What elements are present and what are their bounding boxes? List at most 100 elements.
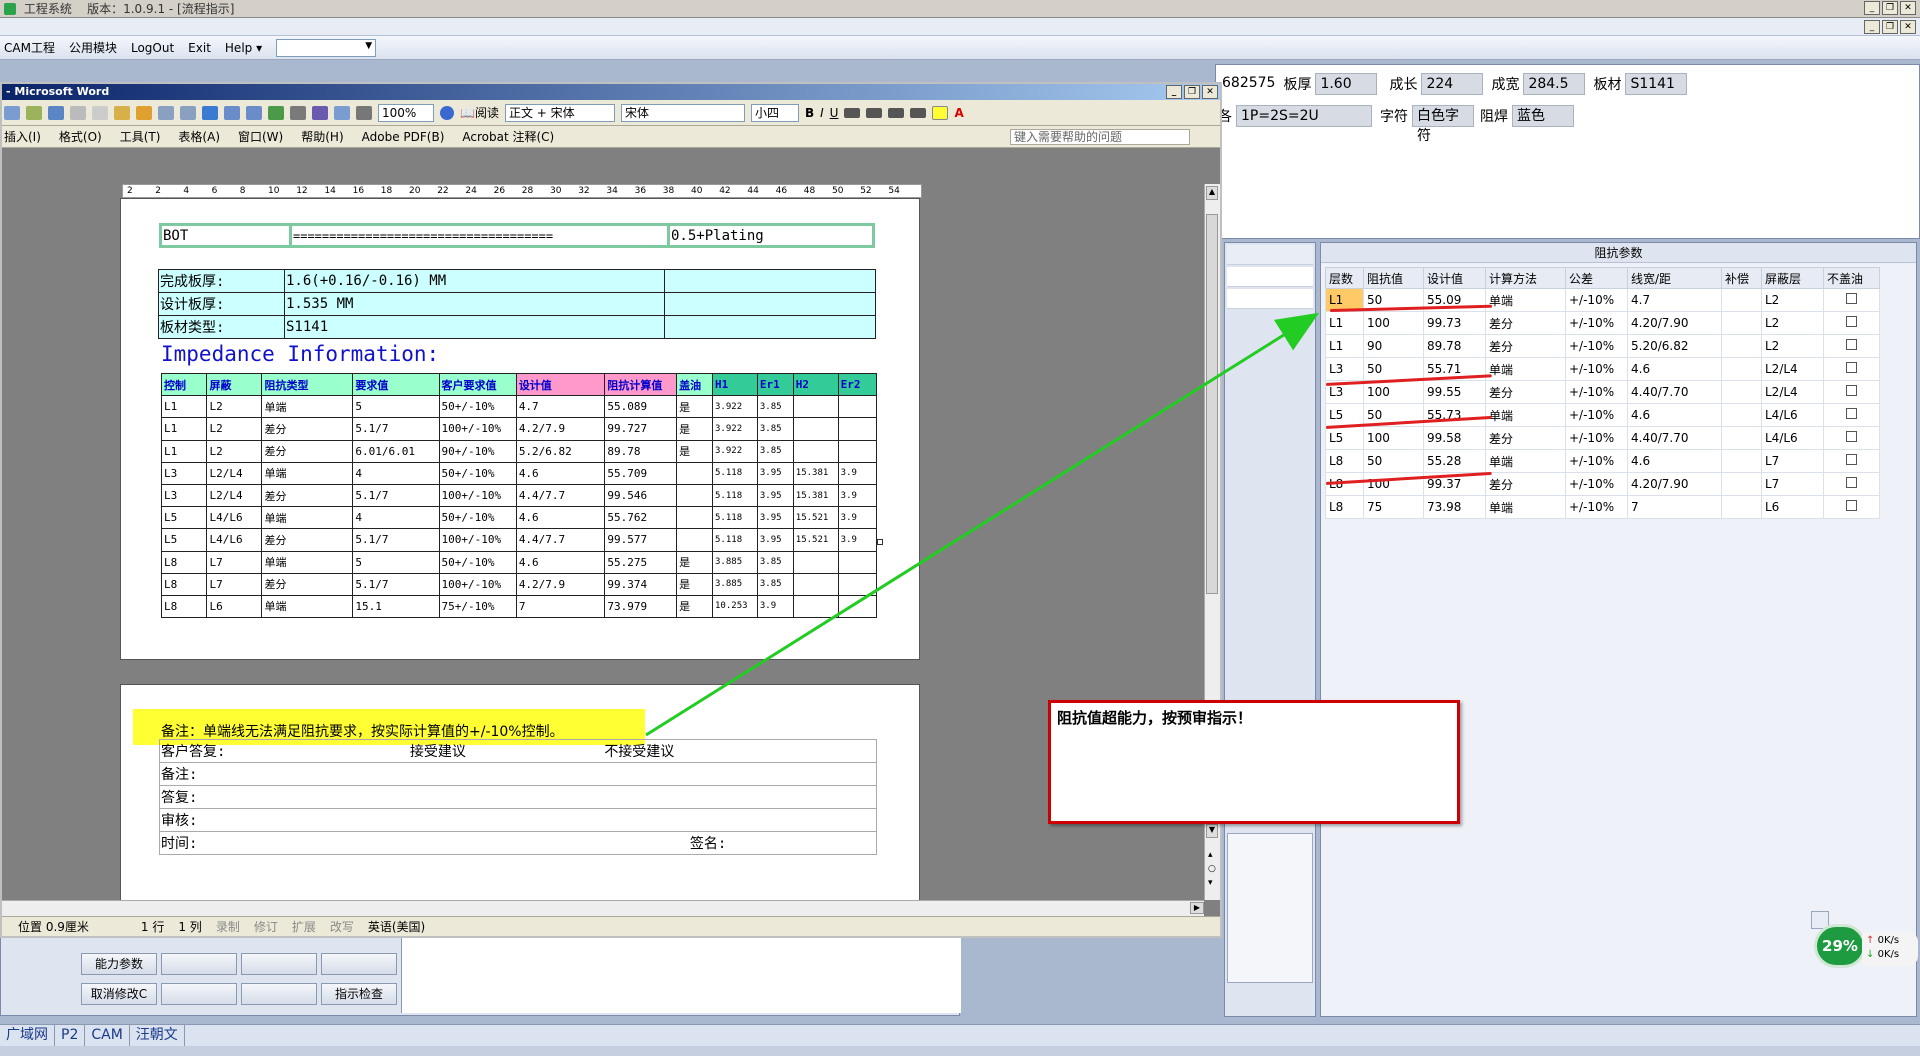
material-value[interactable]: S1141: [1625, 73, 1688, 95]
impedance-col-header[interactable]: 计算方法: [1485, 267, 1566, 289]
finish-value[interactable]: 284.5: [1523, 73, 1586, 95]
scroll-thumb[interactable]: [1206, 214, 1218, 594]
accept-option[interactable]: 接受建议: [410, 744, 466, 760]
child-minimize-icon[interactable]: _: [1864, 20, 1880, 34]
impedance-row[interactable]: L1 90 89.78 差分 +/-10% 5.20/6.82 L2: [1325, 334, 1880, 358]
impedance-col-header[interactable]: 补偿: [1721, 267, 1762, 289]
horizontal-scrollbar[interactable]: ▶: [2, 900, 1204, 916]
read-button[interactable]: 📖阅读: [460, 104, 499, 121]
restore-icon[interactable]: ❐: [1882, 1, 1898, 15]
impedance-col-header[interactable]: 设计值: [1423, 267, 1486, 289]
no-cover-checkbox[interactable]: [1846, 339, 1857, 350]
impedance-row[interactable]: L8 75 73.98 单端 +/-10% 7 L6: [1325, 495, 1880, 519]
tables-icon[interactable]: [224, 105, 240, 120]
action-button[interactable]: [161, 983, 237, 1005]
insert-table-icon[interactable]: [246, 105, 262, 120]
status-ovr[interactable]: 改写: [330, 918, 354, 935]
numbering-icon[interactable]: [866, 107, 883, 118]
menu-logout[interactable]: LogOut: [131, 41, 174, 55]
menu-combo[interactable]: ▼: [276, 38, 377, 57]
align-justify-icon[interactable]: [844, 107, 861, 118]
browse-object-icon[interactable]: ▴ ○ ▾: [1208, 848, 1216, 890]
tab-user[interactable]: 汪朝文: [130, 1025, 185, 1046]
child-close-icon[interactable]: ✕: [1900, 20, 1916, 34]
word-menu-tools[interactable]: 工具(T): [120, 128, 161, 145]
help-icon[interactable]: [440, 105, 454, 120]
no-cover-checkbox[interactable]: [1846, 500, 1857, 511]
time-sign-row[interactable]: 时间: 签名:: [159, 831, 877, 855]
tab-p2[interactable]: P2: [55, 1025, 86, 1046]
impedance-row[interactable]: L3 50 55.71 单端 +/-10% 4.6 L2/L4: [1325, 357, 1880, 381]
table-resize-handle[interactable]: [877, 539, 883, 545]
no-cover-checkbox[interactable]: [1846, 385, 1857, 396]
horizontal-ruler[interactable]: 2 2 4 6 8 10 12 14 16 18 20 22 24 26 28 30 32 34 36 38 40 42 4…: [122, 184, 922, 198]
copy-icon[interactable]: [92, 105, 108, 120]
board-thickness-value[interactable]: 1.60: [1315, 73, 1378, 95]
word-menu-insert[interactable]: 插入(I): [4, 128, 41, 145]
side-list-box[interactable]: [1227, 833, 1313, 983]
size-select[interactable]: 小四: [750, 103, 799, 122]
underline-icon[interactable]: U: [830, 106, 839, 120]
no-cover-checkbox[interactable]: [1846, 293, 1857, 304]
status-ext[interactable]: 扩展: [292, 918, 316, 935]
impedance-col-header[interactable]: 公差: [1565, 267, 1628, 289]
zoom-select[interactable]: 100%: [378, 103, 434, 122]
remark-field[interactable]: 备注:: [159, 762, 877, 786]
scroll-down-icon[interactable]: ▼: [1206, 824, 1218, 838]
help-question-input[interactable]: 键入需要帮助的问题: [1010, 128, 1190, 145]
status-trk[interactable]: 修订: [254, 918, 278, 935]
impedance-col-header[interactable]: 阻抗值: [1363, 267, 1424, 289]
italic-icon[interactable]: I: [820, 106, 824, 120]
menu-public[interactable]: 公用模块: [69, 39, 117, 56]
char-value[interactable]: 白色字符: [1412, 105, 1474, 144]
impedance-row[interactable]: L1 100 99.73 差分 +/-10% 4.20/7.90 L2: [1325, 311, 1880, 335]
save-icon[interactable]: [4, 105, 20, 120]
word-restore-icon[interactable]: ❐: [1184, 85, 1200, 99]
menu-exit[interactable]: Exit: [188, 41, 211, 55]
tab-cam[interactable]: CAM: [85, 1025, 130, 1046]
no-cover-checkbox[interactable]: [1846, 477, 1857, 488]
columns-icon[interactable]: [290, 105, 306, 120]
action-button[interactable]: [161, 953, 237, 975]
menu-cam[interactable]: CAM工程: [4, 39, 55, 56]
print-icon[interactable]: [48, 105, 64, 120]
cancel-edit-button[interactable]: 取消修改C: [81, 983, 157, 1005]
menu-help[interactable]: Help ▾: [225, 41, 262, 55]
review-field[interactable]: 审核:: [159, 808, 877, 832]
action-button[interactable]: [321, 953, 397, 975]
document-page-2[interactable]: 备注：单端线无法满足阻抗要求，按实际计算值的+/-10%控制。 客户答复: 接受…: [120, 684, 920, 916]
impedance-col-header[interactable]: 层数: [1325, 267, 1364, 289]
word-menu-format[interactable]: 格式(O): [59, 128, 102, 145]
no-cover-checkbox[interactable]: [1846, 454, 1857, 465]
cap-params-button[interactable]: 能力参数: [81, 953, 157, 975]
cut-icon[interactable]: [70, 105, 86, 120]
side-list-row[interactable]: [1227, 289, 1313, 309]
growth-value[interactable]: 224: [1421, 73, 1484, 95]
tab-wan[interactable]: 广域网: [0, 1025, 55, 1046]
network-percent-badge[interactable]: 29%: [1814, 924, 1866, 968]
word-menu-window[interactable]: 窗口(W): [238, 128, 283, 145]
format-painter-icon[interactable]: [136, 105, 152, 120]
show-hide-icon[interactable]: [356, 105, 372, 120]
excel-icon[interactable]: [268, 105, 284, 120]
undo-icon[interactable]: [158, 105, 174, 120]
impedance-row[interactable]: L5 100 99.58 差分 +/-10% 4.40/7.70 L4/L6: [1325, 426, 1880, 450]
bullets-icon[interactable]: [888, 107, 905, 118]
mask-value[interactable]: 蓝色: [1512, 105, 1574, 127]
impedance-row[interactable]: L3 100 99.55 差分 +/-10% 4.40/7.70 L2/L4: [1325, 380, 1880, 404]
word-menu-acrobat[interactable]: Acrobat 注释(C): [462, 128, 554, 145]
child-restore-icon[interactable]: ❐: [1882, 20, 1898, 34]
no-cover-checkbox[interactable]: [1846, 408, 1857, 419]
impedance-col-header[interactable]: 屏蔽层: [1761, 267, 1824, 289]
check-button[interactable]: 指示检查: [321, 983, 397, 1005]
font-color-icon[interactable]: A: [954, 106, 963, 120]
close-icon[interactable]: ✕: [1900, 1, 1916, 15]
word-menu-table[interactable]: 表格(A): [178, 128, 220, 145]
impedance-col-header[interactable]: 不盖油: [1823, 267, 1880, 289]
stack-value[interactable]: 1P=2S=2U: [1236, 105, 1372, 127]
scroll-right-icon[interactable]: ▶: [1190, 902, 1204, 914]
scroll-up-icon[interactable]: ▲: [1206, 186, 1218, 200]
word-menu-help[interactable]: 帮助(H): [301, 128, 343, 145]
indent-icon[interactable]: [910, 107, 927, 118]
drawing-icon[interactable]: [312, 105, 328, 120]
